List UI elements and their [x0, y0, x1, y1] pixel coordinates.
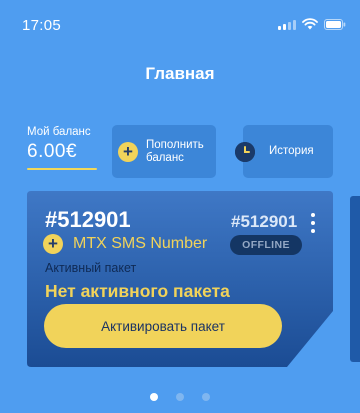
topup-label-line2: баланс [146, 151, 184, 164]
page-dot-1[interactable] [150, 393, 158, 401]
balance-value: 6.00€ [27, 141, 78, 162]
page-dot-3[interactable] [202, 393, 210, 401]
number-card[interactable]: #512901 #512901 + MTX SMS Number OFFLINE… [27, 191, 333, 367]
active-package-value: Нет активного пакета [45, 281, 230, 301]
status-bar: 17:05 [0, 0, 360, 50]
balance-block: Мой баланс 6.00€ [27, 126, 99, 170]
more-options-icon[interactable] [310, 213, 316, 233]
plus-icon: + [43, 234, 63, 254]
activate-package-button[interactable]: Активировать пакет [44, 304, 282, 348]
next-card-peek[interactable] [350, 196, 360, 362]
history-button[interactable]: История [235, 125, 333, 178]
page-title: Главная [145, 64, 215, 83]
topup-button[interactable]: + Пополнить баланс [112, 125, 216, 178]
status-badge: OFFLINE [230, 235, 302, 255]
plus-icon: + [118, 141, 138, 162]
topup-label: Пополнить баланс [146, 139, 204, 165]
card-id: #512901 [45, 207, 131, 232]
topup-label-line1: Пополнить [146, 138, 204, 151]
page-indicator [0, 393, 360, 401]
wifi-icon [302, 18, 318, 30]
active-package-label: Активный пакет [45, 261, 137, 275]
status-icons [278, 18, 346, 30]
card-id-secondary: #512901 [231, 212, 298, 231]
balance-label: Мой баланс [27, 126, 91, 138]
clock-icon [235, 141, 255, 162]
product-row: + MTX SMS Number [43, 234, 207, 254]
status-time: 17:05 [22, 17, 62, 34]
product-name: MTX SMS Number [73, 235, 208, 252]
battery-icon [324, 18, 346, 30]
page-dot-2[interactable] [176, 393, 184, 401]
history-label: История [269, 145, 314, 157]
signal-icon [278, 18, 296, 30]
balance-underline [27, 168, 97, 170]
